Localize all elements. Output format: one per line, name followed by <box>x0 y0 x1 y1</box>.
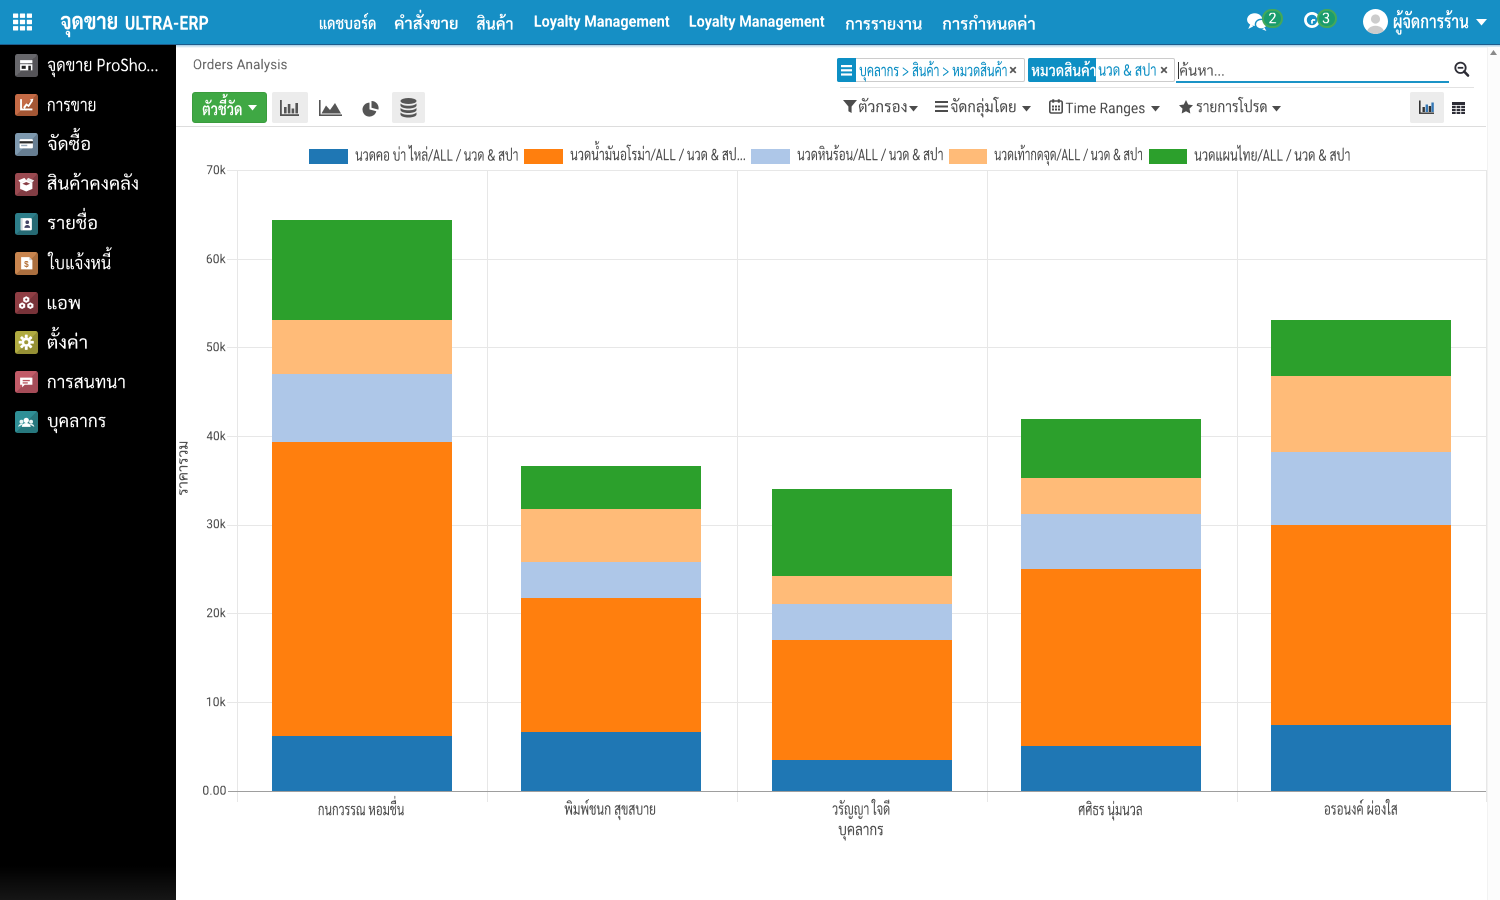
svg-text:$: $ <box>24 260 29 269</box>
